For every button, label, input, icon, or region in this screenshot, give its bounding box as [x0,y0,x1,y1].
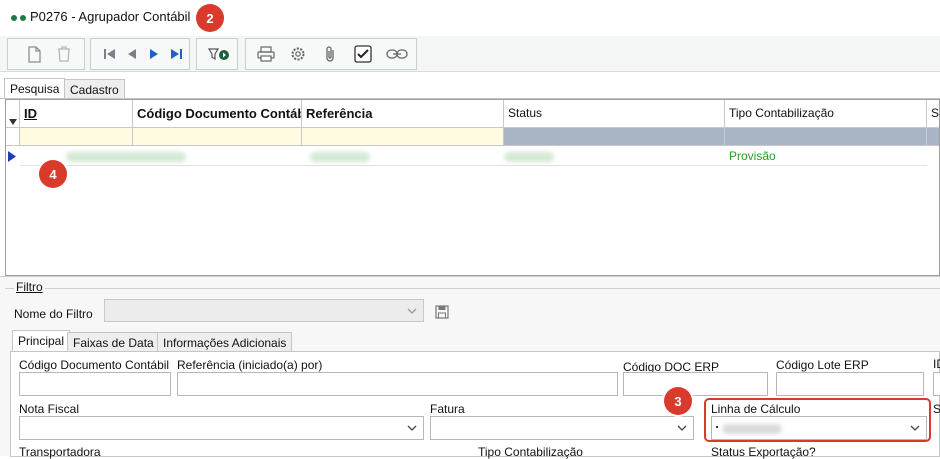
tab-faixas-de-data[interactable]: Faixas de Data [67,332,160,351]
checkbox-check-icon [354,45,372,63]
last-icon [171,49,182,59]
paperclip-icon [326,46,334,62]
next-record-button[interactable] [144,44,164,64]
column-header-tipo[interactable]: Tipo Contabilização [725,100,927,128]
codigo-documento-label: Código Documento Contábil [19,358,170,372]
title-bar: P0276 - Agrupador Contábil 2 [0,0,940,36]
column-header-id[interactable]: ID [20,100,133,128]
tab-informacoes-adicionais[interactable]: Informações Adicionais [157,332,293,351]
link-button[interactable] [385,44,409,64]
sort-down-icon [9,119,17,125]
codigo-doc-erp-input[interactable] [623,372,768,396]
filter-cell-si [927,128,939,146]
filter-cell-id[interactable] [20,128,133,146]
fatura-select[interactable] [430,416,694,440]
table-row[interactable]: Provisão Si [20,147,927,166]
tab-pesquisa[interactable]: Pesquisa [4,78,66,98]
codigo-lote-erp-input[interactable] [776,372,924,396]
step-badge-2: 2 [196,4,224,32]
redacted-id [66,152,186,162]
print-button[interactable] [256,44,276,64]
id-label: ID [933,357,940,371]
redacted-status [504,152,554,162]
codigo-documento-input[interactable] [19,372,171,396]
filter-divider [5,288,940,289]
results-grid: ID Código Documento Contáb Referência St… [5,99,940,276]
link-icon [386,49,408,59]
floppy-disk-icon [435,305,449,319]
cell-tipo-contabilizacao: Provisão [729,149,776,163]
filter-name-label: Nome do Filtro [14,307,93,321]
status-dot-icon [11,15,17,21]
filter-name-select[interactable] [104,299,424,322]
previous-record-button[interactable] [122,44,142,64]
new-document-button[interactable] [24,44,44,64]
first-record-button[interactable] [100,44,120,64]
step-badge-3: 3 [664,387,692,415]
column-header-referencia[interactable]: Referência [302,100,504,128]
filter-cell-tipo [725,128,927,146]
previous-icon [128,49,136,59]
referencia-input[interactable] [177,372,618,396]
attach-button[interactable] [320,44,340,64]
fatura-label: Fatura [430,402,465,416]
tab-cadastro[interactable]: Cadastro [64,79,125,99]
chevron-down-icon [407,425,417,431]
filter-row-indicator [6,128,20,146]
delete-button[interactable] [54,44,74,64]
trash-icon [58,46,70,62]
redacted-referencia [310,152,370,162]
filter-cell-codigo[interactable] [133,128,302,146]
filter-cell-referencia[interactable] [302,128,504,146]
printer-icon [257,46,275,62]
column-header-status[interactable]: Status [504,100,725,128]
filter-section-label: Filtro [14,280,45,294]
referencia-label: Referência (iniciado(a) por) [177,358,323,372]
nota-fiscal-label: Nota Fiscal [19,402,80,416]
highlight-box [704,398,931,442]
check-button[interactable] [353,44,373,64]
save-filter-button[interactable] [432,302,452,322]
next-icon [150,49,158,59]
current-row-indicator-icon [8,151,16,165]
transportadora-label: Transportadora [19,445,101,459]
status-exportacao-label: Status Exportação? [711,445,816,459]
new-document-icon [28,46,41,63]
window-title: P0276 - Agrupador Contábil [30,9,191,24]
first-icon [104,49,115,59]
codigo-lote-erp-label: Código Lote ERP [776,358,869,372]
tipo-contabilizacao-label: Tipo Contabilização [478,445,583,459]
nota-fiscal-select[interactable] [19,416,424,440]
execute-filter-button[interactable] [207,44,233,64]
gear-icon [291,47,305,61]
chevron-down-icon [407,308,417,314]
column-header-si[interactable]: SI [927,100,939,128]
tab-principal[interactable]: Principal [12,330,71,351]
binoculars-run-icon [208,48,229,61]
toolbar [0,36,940,72]
chevron-down-icon [677,425,687,431]
column-header-codigo[interactable]: Código Documento Contáb [133,100,302,128]
last-record-button[interactable] [166,44,186,64]
s-label: S [933,402,940,416]
settings-button[interactable] [288,44,308,64]
filter-cell-status [504,128,725,146]
status-dot-icon [20,15,26,21]
step-badge-4: 4 [39,160,67,188]
grid-corner [6,100,20,128]
id-input[interactable] [933,372,940,396]
